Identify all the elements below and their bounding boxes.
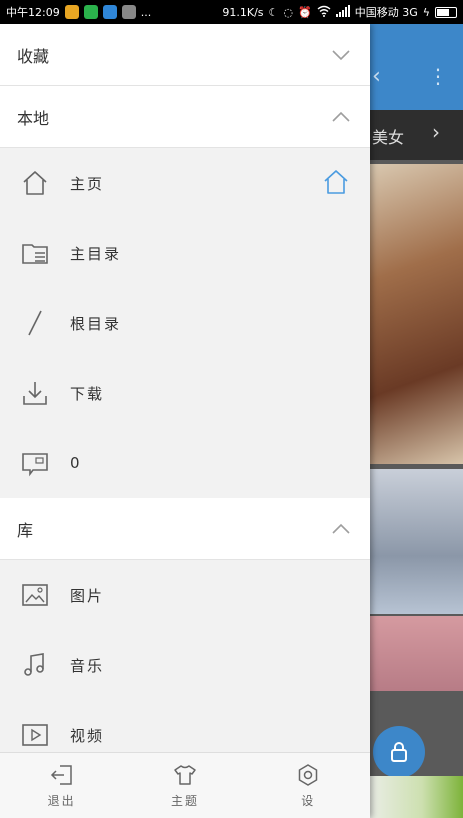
drawer-item-label: 根目录 <box>70 314 122 333</box>
drawer-item-music[interactable]: 音乐 <box>0 630 370 700</box>
drawer-toolbar: 退出 主题 设 <box>0 752 370 818</box>
exit-button[interactable]: 退出 <box>17 762 107 809</box>
drawer-item-home-directory[interactable]: 主目录 <box>0 218 370 288</box>
notification-app-icon <box>64 5 79 19</box>
background-bottom-image <box>360 776 463 818</box>
drawer-item-download[interactable]: 下载 <box>0 358 370 428</box>
status-bar: 中午12:09 ... 91.1K/s ☾ ◌ ⏰ 中国移动 3G ϟ <box>0 0 463 24</box>
image-icon <box>20 580 50 610</box>
signal-icon <box>335 4 350 20</box>
lock-icon <box>391 742 407 762</box>
chevron-up-icon[interactable] <box>330 518 352 540</box>
tshirt-icon <box>172 762 198 788</box>
set-home-icon[interactable] <box>322 168 352 198</box>
exit-icon <box>49 762 75 788</box>
back-arrow-icon: ‹ <box>372 64 381 89</box>
theme-label: 主题 <box>170 794 199 808</box>
slash-icon <box>20 308 50 338</box>
section-title: 库 <box>17 520 34 540</box>
settings-button[interactable]: 设 <box>263 762 353 809</box>
library-list: 图片 音乐 视频 <box>0 560 370 770</box>
local-list: 主页 主目录 根目录 下载 0 <box>0 148 370 498</box>
section-header-local[interactable]: 本地 <box>0 86 370 148</box>
drawer-item-label: 视频 <box>70 726 105 745</box>
chevron-up-icon[interactable] <box>330 106 352 128</box>
navigation-drawer: 收藏 本地 主页 主目录 根目录 下载 0 库 图片 音乐 视频 退出 主题 设 <box>0 24 370 818</box>
section-header-favorites[interactable]: 收藏 <box>0 24 370 86</box>
drawer-item-home[interactable]: 主页 <box>0 148 370 218</box>
background-photo <box>370 164 463 464</box>
carrier-label: 中国移动 3G <box>354 6 418 19</box>
background-photo <box>370 616 463 691</box>
music-icon <box>20 650 50 680</box>
gear-icon <box>295 762 321 788</box>
lock-fab <box>373 726 425 778</box>
charging-icon: ϟ <box>422 5 430 19</box>
drawer-item-label: 音乐 <box>70 656 105 675</box>
theme-button[interactable]: 主题 <box>140 762 230 809</box>
drawer-item-label: 主目录 <box>70 244 122 263</box>
chevron-down-icon[interactable] <box>330 44 352 66</box>
moon-icon: ☾ <box>268 5 279 19</box>
home-icon <box>20 168 50 198</box>
wifi-icon <box>317 5 331 20</box>
overflow-menu-icon: ⋮ <box>428 64 448 88</box>
drawer-item-images[interactable]: 图片 <box>0 560 370 630</box>
download-icon <box>20 378 50 408</box>
sync-icon: ◌ <box>283 5 293 19</box>
status-time: 中午12:09 <box>6 6 60 19</box>
section-title: 本地 <box>17 108 50 128</box>
settings-label: 设 <box>301 794 316 808</box>
battery-icon <box>435 6 457 18</box>
drawer-item-label: 0 <box>70 454 82 472</box>
video-icon <box>20 720 50 750</box>
chevron-right-icon: › <box>432 120 440 144</box>
wechat-icon <box>83 5 98 19</box>
network-speed: 91.1K/s <box>222 5 264 19</box>
drawer-item-label: 主页 <box>70 174 105 193</box>
drawer-item-sd-card[interactable]: 0 <box>0 428 370 498</box>
drawer-item-label: 下载 <box>70 384 105 403</box>
folder-list-icon <box>20 238 50 268</box>
notification-app-icon <box>121 5 136 19</box>
sd-card-icon <box>20 448 50 478</box>
background-tab-label: 美女 <box>372 128 405 147</box>
cloud-icon <box>102 5 117 19</box>
exit-label: 退出 <box>47 794 76 808</box>
drawer-item-root-directory[interactable]: 根目录 <box>0 288 370 358</box>
alarm-icon: ⏰ <box>298 5 312 19</box>
more-notifications-icon: ... <box>140 5 152 19</box>
section-header-library[interactable]: 库 <box>0 498 370 560</box>
background-photo <box>370 469 463 614</box>
drawer-item-label: 图片 <box>70 586 105 605</box>
section-title: 收藏 <box>17 46 50 66</box>
